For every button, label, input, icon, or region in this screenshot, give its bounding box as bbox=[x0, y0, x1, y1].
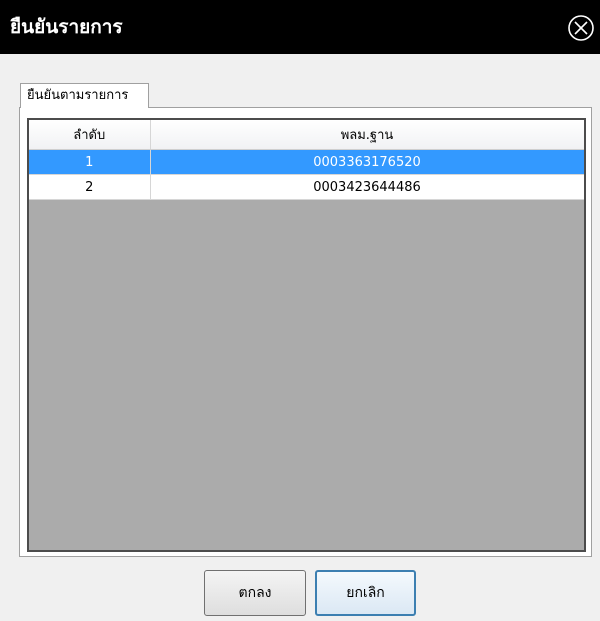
tab-confirm-list[interactable]: ยืนยันตามรายการ bbox=[20, 83, 149, 108]
data-grid[interactable]: ลำดับ พลม.ฐาน 1 0003363176520 2 00034236… bbox=[27, 118, 586, 552]
cell-order[interactable]: 2 bbox=[29, 174, 151, 200]
column-header-order[interactable]: ลำดับ bbox=[29, 120, 151, 150]
window-title: ยืนยันรายการ bbox=[10, 16, 123, 38]
grid-table: ลำดับ พลม.ฐาน 1 0003363176520 2 00034236… bbox=[29, 120, 584, 200]
cell-order[interactable]: 1 bbox=[29, 149, 151, 175]
dialog-body: ยืนยันตามรายการ ลำดับ พลม.ฐาน 1 00033631… bbox=[0, 54, 600, 621]
tab-page: ลำดับ พลม.ฐาน 1 0003363176520 2 00034236… bbox=[19, 107, 592, 557]
cell-code[interactable]: 0003423644486 bbox=[150, 174, 584, 200]
column-header-code[interactable]: พลม.ฐาน bbox=[150, 120, 584, 150]
ok-button[interactable]: ตกลง bbox=[204, 570, 306, 616]
close-icon bbox=[568, 15, 594, 41]
table-row[interactable]: 2 0003423644486 bbox=[29, 174, 584, 200]
cancel-button[interactable]: ยกเลิก bbox=[315, 570, 416, 616]
title-bar: ยืนยันรายการ bbox=[0, 0, 600, 54]
grid-header-row: ลำดับ พลม.ฐาน bbox=[29, 120, 584, 150]
table-row[interactable]: 1 0003363176520 bbox=[29, 149, 584, 175]
close-button[interactable] bbox=[566, 13, 596, 43]
cell-code[interactable]: 0003363176520 bbox=[150, 149, 584, 175]
